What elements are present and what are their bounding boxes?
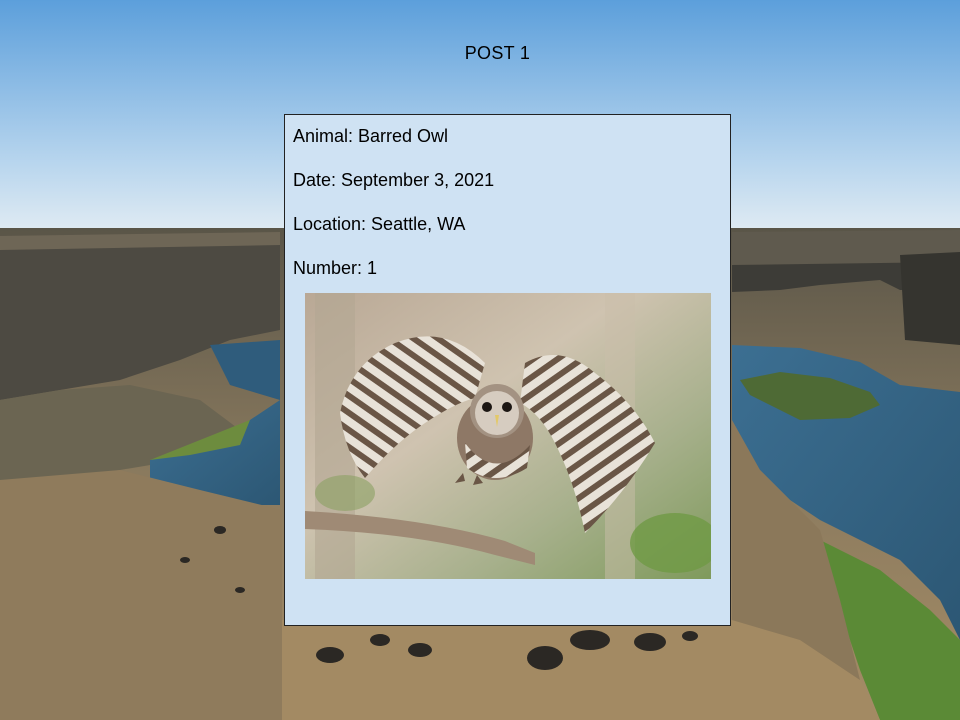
post-slide: POST 1 Animal: Barred Owl Date: Septembe… [0,0,960,720]
animal-label: Animal: Barred Owl [293,126,449,146]
post-card: Animal: Barred Owl Date: September 3, 20… [284,114,731,626]
number-label: Number: 1 [293,258,378,278]
date-label: Date: September 3, 2021 [293,170,495,190]
post-title: POST 1 [464,43,531,63]
location-label: Location: Seattle, WA [293,214,466,234]
barred-owl-photo [305,293,711,579]
